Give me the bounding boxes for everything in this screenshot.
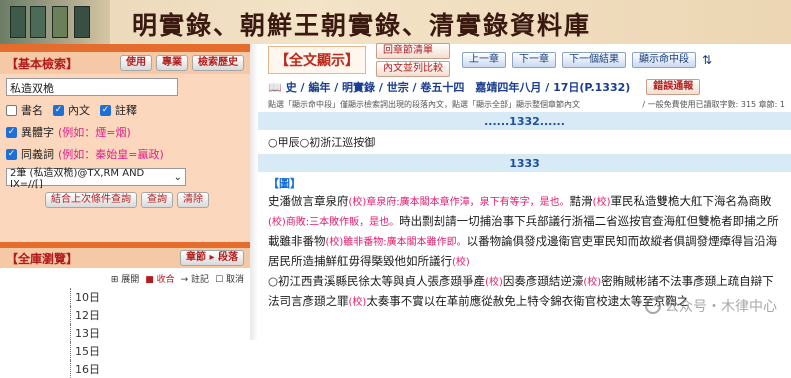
variant-row: ✓ 異體字 (例如：煙=烟)	[6, 122, 244, 142]
collation-note[interactable]: (校)	[593, 197, 611, 208]
breadcrumb: 📖 史 / 編年 / 明實錄 / 世宗 / 卷五十四 嘉靖四年八月 / 17日(…	[258, 76, 791, 98]
content-toolbar: 【全文顯示】 回章節清單 內文並列比較 上一章 下一章 下一個結果 顯示命中段 …	[258, 43, 791, 77]
header-banner: 明實錄、朝鮮王朝實錄、清實錄資料庫	[0, 0, 791, 44]
search-form: 私造双桅 書名 ✓ 內文 ✓ 註釋 ✓ 異體字 (例如：煙=烟) ✓ 同義詞 (…	[0, 74, 250, 242]
scope-note-label: 註釋	[115, 104, 137, 117]
collation-note[interactable]: (校)	[452, 257, 470, 268]
book-icon: 📖	[268, 80, 282, 94]
collation-note[interactable]: (校)	[583, 277, 601, 288]
text-segment: 軍民私造雙桅大舡下海名為商敗	[610, 194, 772, 208]
chapter-paragraph-button[interactable]: 章節 ▸ 段落	[180, 250, 244, 266]
back-to-chapters-button[interactable]: 回章節清單	[376, 43, 450, 59]
left-panel: 【基本檢索】 使用 專業 檢索歷史 私造双桅 書名 ✓ 內文 ✓ 註釋 ✓ 異體…	[0, 44, 250, 378]
text-segment: 因奏彥頲結逆濠	[502, 274, 584, 288]
next-chapter-button[interactable]: 下一章	[512, 52, 556, 68]
full-text-title: 【全文顯示】	[268, 46, 366, 74]
search-input[interactable]: 私造双桅	[6, 78, 178, 96]
history-button[interactable]: 檢索歷史	[192, 55, 244, 71]
basic-search-header: 【基本檢索】 使用 專業 檢索歷史	[0, 44, 250, 74]
panel-divider[interactable]	[250, 44, 258, 340]
query-button[interactable]: 查詢	[141, 192, 173, 208]
synonym-checkbox[interactable]: ✓	[6, 148, 17, 160]
variant-label: 異體字	[21, 126, 54, 139]
tree-item[interactable]: 13日	[70, 324, 250, 342]
tree-legend: ⊞ 展開 ■ 收合 → 註記 ☐ 取消	[0, 268, 250, 288]
compare-text-button[interactable]: 內文並列比較	[376, 61, 450, 77]
nav-icon[interactable]: ⇅	[702, 53, 712, 67]
image-tag[interactable]: 【圖】	[258, 174, 791, 192]
collation-note[interactable]: (校)	[349, 297, 367, 308]
tree-item[interactable]: 10日	[70, 288, 250, 306]
banner-books-image	[0, 0, 110, 44]
tree-item[interactable]: 15日	[70, 342, 250, 360]
text-segment: 太奏事不實以在革前應從赦免上特令錦衣衛官校逮太等至京鞫之	[366, 294, 689, 308]
collation-note[interactable]: (校)商敗:三本敗作販，是也。	[268, 217, 399, 228]
tree-item[interactable]: 12日	[70, 306, 250, 324]
history-select[interactable]: 2筆 (私造双桅)@TX,RM AND IX=//[] ⌄	[6, 168, 186, 190]
site-title: 明實錄、朝鮮王朝實錄、清實錄資料庫	[132, 11, 592, 40]
tree-item[interactable]: 16日	[70, 360, 250, 378]
prev-chapter-button[interactable]: 上一章	[462, 52, 506, 68]
advanced-button[interactable]: 專業	[156, 55, 188, 71]
entry-heading: ○甲辰○初浙江巡按御	[268, 136, 376, 149]
synonym-label: 同義詞	[21, 148, 54, 161]
expand-legend[interactable]: ⊞ 展開	[111, 272, 139, 285]
note-right: / 一般免費使用已讀取字數: 315 章節: 1	[642, 99, 785, 109]
error-report-button[interactable]: 錯誤通報	[646, 79, 701, 95]
next-result-button[interactable]: 下一個結果	[562, 52, 626, 68]
page-marker-top: ......1332......	[258, 112, 791, 130]
collapse-legend[interactable]: ■ 收合	[145, 272, 174, 285]
mark-legend[interactable]: → 註記	[181, 272, 209, 285]
variant-checkbox[interactable]: ✓	[6, 126, 17, 138]
scope-note-checkbox[interactable]: ✓	[100, 104, 111, 116]
browse-title: 【全庫瀏覽】	[6, 251, 79, 266]
watermark: 公众号・木律中心	[645, 296, 777, 316]
wechat-icon	[645, 298, 661, 314]
show-hit-button[interactable]: 顯示命中段	[632, 52, 696, 68]
synonym-hint: (例如：秦始皇=贏政)	[58, 148, 164, 161]
watermark-text: 公众号・木律中心	[665, 299, 777, 315]
scope-book-label: 書名	[21, 104, 43, 117]
history-select-value: 2筆 (私造双桅)@TX,RM AND IX=//[]	[10, 168, 145, 190]
search-actions: 結合上次條件查詢 查詢 清除	[6, 192, 244, 208]
paragraph-1: 史潘倣言章泉府(校)章泉府:廣本閣本章作漳，泉下有等字，是也。黠滑(校)軍民私造…	[258, 192, 791, 272]
usage-button[interactable]: 使用	[120, 55, 152, 71]
browse-tree: 10日 12日 13日 15日 16日	[0, 288, 250, 378]
collation-note[interactable]: (校)章泉府:廣本閣本章作漳，泉下有等字，是也。	[349, 197, 570, 208]
page-number-bar: 1333	[258, 154, 791, 172]
collation-note[interactable]: (校)雖非番物:廣本閣本雖作即。	[326, 237, 467, 248]
breadcrumb-text[interactable]: 史 / 編年 / 明實錄 / 世宗 / 卷五十四 嘉靖四年八月 / 17日(P.…	[286, 79, 631, 95]
note-left: 點選「顯示命中段」僅顯示檢索詞出現的段落內文，點選「顯示全部」顯示整個章節內文	[268, 99, 580, 109]
text-segment: 史潘倣言章泉府	[268, 194, 349, 208]
content-panel: 【全文顯示】 回章節清單 內文並列比較 上一章 下一章 下一個結果 顯示命中段 …	[258, 43, 791, 340]
synonym-row: ✓ 同義詞 (例如：秦始皇=贏政)	[6, 144, 244, 164]
scope-text-label: 內文	[68, 104, 90, 117]
basic-search-title: 【基本檢索】	[6, 56, 79, 71]
scope-row: 書名 ✓ 內文 ✓ 註釋	[6, 100, 244, 120]
variant-hint: (例如：煙=烟)	[58, 126, 131, 139]
chevron-down-icon: ⌄	[173, 171, 182, 183]
cancel-legend[interactable]: ☐ 取消	[215, 272, 244, 285]
note-row: 點選「顯示命中段」僅顯示檢索詞出現的段落內文，點選「顯示全部」顯示整個章節內文 …	[258, 98, 791, 110]
text-segment: 黠滑	[569, 194, 593, 208]
text-segment: ○初江西貴溪縣民徐太等與貞人張彥頲爭產	[268, 274, 486, 288]
combine-search-button[interactable]: 結合上次條件查詢	[45, 192, 137, 208]
browse-header: 【全庫瀏覽】 章節 ▸ 段落	[0, 242, 250, 268]
clear-button[interactable]: 清除	[177, 192, 209, 208]
scope-book-checkbox[interactable]	[6, 104, 17, 116]
scope-text-checkbox[interactable]: ✓	[53, 104, 64, 116]
collation-note[interactable]: (校)	[485, 277, 503, 288]
